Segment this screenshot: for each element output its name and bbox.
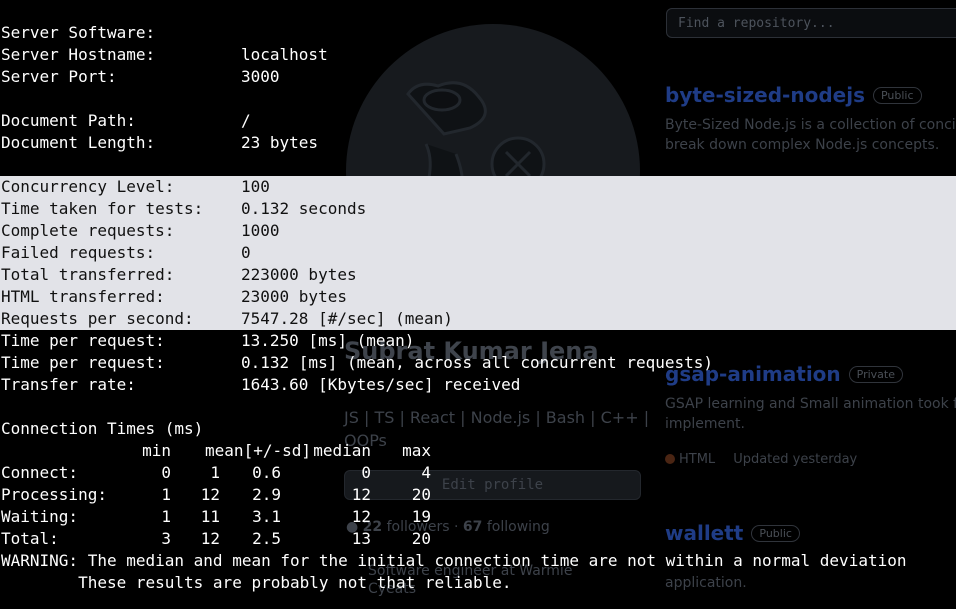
terminal-line: Time per request: 0.132 [ms] (mean, acros…: [0, 352, 956, 374]
cell-value: 1: [210, 463, 220, 482]
stat-value: 23000 bytes: [241, 287, 347, 306]
cell-value: 20: [411, 485, 431, 504]
stat-value: 0.132 seconds: [241, 199, 367, 218]
terminal-line: Requests per second: 7547.28 [#/sec] (mea…: [0, 308, 956, 330]
stat-label: Server Hostname:: [1, 45, 156, 64]
stat-value: 223000 bytes: [241, 265, 357, 284]
cell-value: 19: [411, 507, 431, 526]
row-label: Total:: [1, 529, 59, 548]
cell-value: 3.1: [252, 507, 281, 526]
row-label: Connect:: [1, 463, 79, 482]
cell-value: 12: [351, 485, 371, 504]
cell-value: 1: [161, 507, 171, 526]
cell-value: 20: [411, 529, 431, 548]
stat-value: /: [241, 111, 251, 130]
stat-label: Complete requests:: [1, 221, 175, 240]
column-header-label: mean[+/-sd]: [205, 441, 311, 460]
connection-times-row: Processing: 1 12 2.9 12 20: [0, 484, 956, 506]
stat-label: Time per request:: [1, 331, 165, 350]
warning-text: These results are probably not that reli…: [1, 573, 512, 592]
stat-value: 1000: [241, 221, 280, 240]
stat-label: Failed requests:: [1, 243, 156, 262]
terminal-line: Time taken for tests: 0.132 seconds: [0, 198, 956, 220]
stat-label: Connection Times (ms): [1, 419, 204, 438]
stat-label: Document Length:: [1, 133, 156, 152]
connection-times-row: Total: 3 12 2.5 13 20: [0, 528, 956, 550]
stat-value: 3000: [241, 67, 280, 86]
terminal-line: Connection Times (ms): [0, 418, 956, 440]
terminal-line: Time per request: 13.250 [ms] (mean): [0, 330, 956, 352]
stat-value: 1643.60 [Kbytes/sec] received: [241, 375, 521, 394]
cell-value: 0: [161, 463, 171, 482]
cell-value: 13: [351, 529, 371, 548]
cell-value: 2.5: [252, 529, 281, 548]
connection-times-header: min mean[+/-sd] median max: [0, 440, 956, 462]
screen: Find a repository... byte-sized-nodejs Pu…: [0, 0, 956, 609]
stat-value: 100: [241, 177, 270, 196]
stat-value: 0.132 [ms] (mean, across all concurrent …: [241, 353, 714, 372]
cell-value: 12: [200, 529, 220, 548]
terminal-line: HTML transferred: 23000 bytes: [0, 286, 956, 308]
cell-value: 1: [161, 485, 171, 504]
stat-label: Server Port:: [1, 67, 117, 86]
warning-line: WARNING: The median and mean for the ini…: [0, 550, 956, 572]
cell-value: 11: [200, 507, 220, 526]
warning-line: These results are probably not that reli…: [0, 572, 956, 594]
cell-value: 4: [421, 463, 431, 482]
cell-value: 12: [351, 507, 371, 526]
stat-value: 23 bytes: [241, 133, 319, 152]
connection-times-row: Waiting: 1 11 3.1 12 19: [0, 506, 956, 528]
stat-label: Time taken for tests:: [1, 199, 204, 218]
stat-label: Total transferred:: [1, 265, 175, 284]
terminal-line: Complete requests: 1000: [0, 220, 956, 242]
column-header-label: min: [142, 441, 171, 460]
cell-value: 0: [361, 463, 371, 482]
column-header-label: max: [402, 441, 431, 460]
terminal-line: Transfer rate: 1643.60 [Kbytes/sec] recei…: [0, 374, 956, 396]
cell-value: 0.6: [252, 463, 281, 482]
stat-label: Concurrency Level:: [1, 177, 175, 196]
cell-value: 3: [161, 529, 171, 548]
row-label: Waiting:: [1, 507, 79, 526]
stat-label: Server Software:: [1, 23, 156, 42]
stat-label: Requests per second:: [1, 309, 194, 328]
terminal-line: Failed requests: 0: [0, 242, 956, 264]
terminal-line: Total transferred: 223000 bytes: [0, 264, 956, 286]
warning-text: WARNING: The median and mean for the ini…: [1, 551, 907, 570]
terminal-line: Server Hostname: localhost: [0, 44, 956, 66]
row-label: Processing:: [1, 485, 107, 504]
stat-value: 0: [241, 243, 251, 262]
stat-label: Transfer rate:: [1, 375, 136, 394]
connection-times-row: Connect: 0 1 0.6 0 4: [0, 462, 956, 484]
terminal-line: Concurrency Level: 100: [0, 176, 956, 198]
cell-value: 2.9: [252, 485, 281, 504]
stat-label: Time per request:: [1, 353, 165, 372]
stat-value: 7547.28 [#/sec] (mean): [241, 309, 453, 328]
cell-value: 12: [200, 485, 220, 504]
stat-value: 13.250 [ms] (mean): [241, 331, 415, 350]
terminal-output[interactable]: Server Software: Server Hostname: localhos…: [0, 22, 956, 594]
terminal-line: Server Software:: [0, 22, 956, 44]
terminal-line: Document Length: 23 bytes: [0, 132, 956, 154]
stat-label: Document Path:: [1, 111, 136, 130]
stat-label: HTML transferred:: [1, 287, 165, 306]
stat-value: localhost: [241, 45, 328, 64]
column-header-label: median: [313, 441, 371, 460]
terminal-line: Server Port: 3000: [0, 66, 956, 88]
terminal-line: Document Path: /: [0, 110, 956, 132]
